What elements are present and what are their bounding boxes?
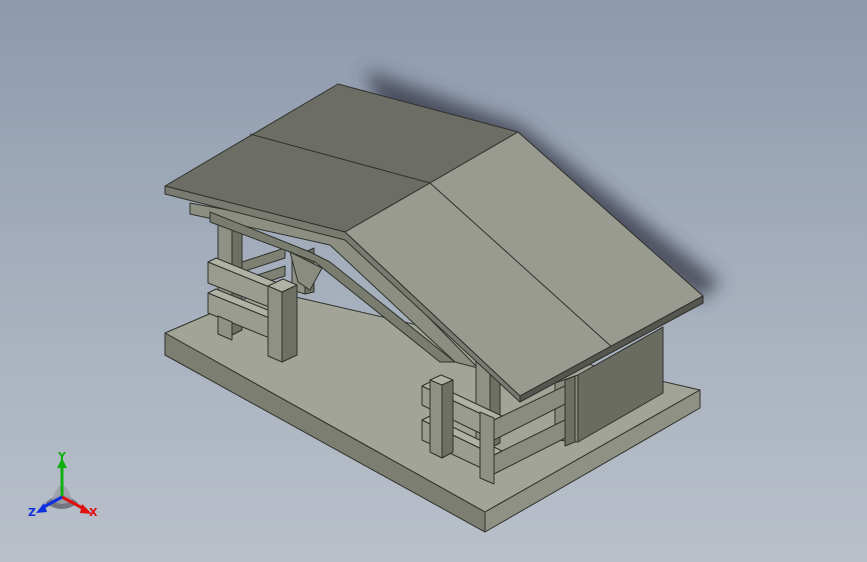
graphics-viewport[interactable]: Y X Z bbox=[0, 0, 867, 562]
right-rail-side-post bbox=[564, 375, 576, 447]
left-rail-post bbox=[267, 285, 283, 363]
model-view[interactable] bbox=[0, 0, 867, 562]
right-rail-post-a bbox=[429, 379, 443, 459]
left-rail-post-side bbox=[281, 284, 298, 363]
right-rail-post-a-side bbox=[441, 379, 454, 459]
right-rail-post-b bbox=[479, 411, 495, 485]
